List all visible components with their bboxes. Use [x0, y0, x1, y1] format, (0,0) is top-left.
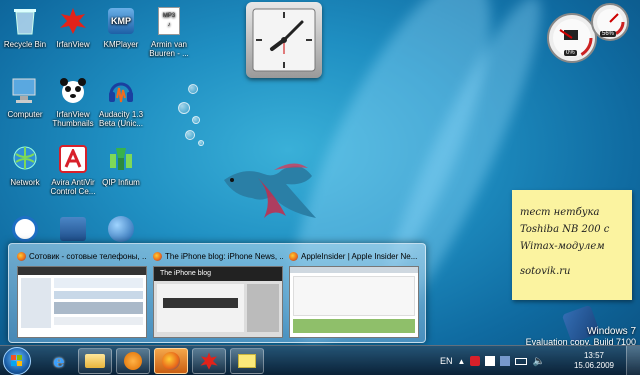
internet-explorer-icon: e	[53, 350, 65, 372]
folder-icon	[85, 354, 105, 368]
start-button[interactable]	[3, 347, 31, 375]
avira-icon	[56, 142, 90, 176]
taskbar-clock[interactable]: 13:57 15.06.2009	[574, 351, 614, 371]
iphone-blog-banner: The iPhone blog	[154, 267, 282, 281]
watermark-product: Windows 7	[587, 326, 636, 337]
note-line: Toshiba NB 200 с	[520, 224, 610, 235]
thumbnail-title: AppleInsider | Apple Insider Ne...	[301, 251, 418, 261]
desktop-icon-audacity[interactable]: Audacity 1.3 Beta (Unic...	[92, 74, 150, 128]
app-icon	[8, 212, 42, 246]
qip-icon	[104, 142, 138, 176]
show-desktop-button[interactable]	[626, 346, 640, 375]
taskbar-firefox[interactable]	[154, 348, 188, 374]
bubble	[185, 130, 195, 140]
desktop-icon-label: Audacity 1.3 Beta (Unic...	[98, 110, 144, 128]
volume-tray-icon[interactable]: 🔈	[532, 356, 544, 367]
thumbnail-preview: The iPhone blog	[153, 266, 283, 338]
avira-tray-icon[interactable]	[470, 356, 481, 366]
taskbar-windows-explorer[interactable]	[78, 348, 112, 374]
taskbar-time: 13:57	[583, 351, 604, 360]
taskbar-thumbnail-preview: Сотовик - сотовые телефоны, ... The iPho…	[8, 243, 426, 343]
firefox-icon	[162, 352, 180, 370]
firefox-icon	[17, 251, 26, 261]
thumbnail-window-iphone-blog[interactable]: The iPhone blog: iPhone News, ... The iP…	[153, 250, 283, 338]
note-footer: sotovik.ru	[520, 266, 571, 277]
cpu-meter-gadget[interactable]	[542, 2, 638, 64]
thumbnail-title-bar: The iPhone blog: iPhone News, ...	[153, 250, 283, 262]
taskbar-irfanview[interactable]	[192, 348, 226, 374]
taskbar-media-player[interactable]	[116, 348, 150, 374]
bubble	[178, 102, 190, 114]
thumbnail-preview	[289, 266, 419, 338]
taskbar: e EN ▲ 🔈 13:57 15.06.2009	[0, 345, 640, 375]
note-line: тест нетбука	[520, 207, 600, 218]
irfanview-thumbnails-icon	[56, 74, 90, 108]
firefox-icon	[153, 251, 162, 261]
thumbnail-window-appleinsider[interactable]: AppleInsider | Apple Insider Ne...	[289, 250, 419, 338]
windows-flag-icon	[11, 355, 22, 366]
globe-icon	[104, 212, 138, 246]
desktop-icon-qip[interactable]: QIP Infium	[92, 142, 150, 187]
kmplayer-icon: KMP	[104, 4, 138, 38]
taskbar-sticky-notes[interactable]	[230, 348, 264, 374]
thumbnail-title: Сотовик - сотовые телефоны, ...	[29, 251, 147, 261]
firefox-icon	[289, 251, 298, 261]
flag-tray-icon[interactable]	[485, 356, 496, 366]
thumbnail-title-bar: Сотовик - сотовые телефоны, ...	[17, 250, 147, 262]
battery-tray-icon[interactable]	[515, 357, 528, 365]
tray-expand-icon[interactable]: ▲	[458, 357, 466, 366]
irfanview-icon	[200, 352, 218, 370]
network-icon	[8, 142, 42, 176]
taskbar-internet-explorer[interactable]: e	[42, 348, 76, 374]
bubble	[188, 84, 198, 94]
clock-gadget[interactable]	[246, 2, 322, 78]
system-tray: EN ▲ 🔈	[440, 346, 545, 375]
thumbnail-title: The iPhone blog: iPhone News, ...	[165, 251, 283, 261]
bubble	[198, 140, 204, 146]
desktop-icon-label: QIP Infium	[102, 178, 140, 187]
desktop-icon-label: Armin van Buuren - ...	[149, 40, 189, 58]
sticky-note-gadget[interactable]: тест нетбука Toshiba NB 200 с Wimax-моду…	[512, 190, 632, 300]
ram-meter-value: 56%	[600, 31, 617, 37]
irfanview-icon	[56, 4, 90, 38]
analog-clock-face	[252, 8, 316, 72]
network-tray-icon[interactable]	[500, 356, 511, 366]
bubble	[192, 116, 200, 124]
mp3-file-icon: MP3 ♪	[152, 4, 186, 38]
language-indicator[interactable]: EN	[440, 356, 453, 366]
desktop-icon-mp3[interactable]: MP3 ♪ Armin van Buuren - ...	[140, 4, 198, 58]
sticky-notes-icon	[238, 354, 256, 368]
note-line: Wimax-модулем	[520, 241, 605, 252]
thumbnail-title-bar: AppleInsider | Apple Insider Ne...	[289, 250, 419, 262]
computer-icon	[8, 74, 42, 108]
betta-fish-wallpaper	[224, 163, 316, 218]
media-player-icon	[124, 352, 142, 370]
recycle-bin-icon	[8, 4, 42, 38]
thumbnail-preview	[17, 266, 147, 338]
cpu-meter-value: 0%	[564, 50, 577, 56]
audacity-icon	[104, 74, 138, 108]
thumbnail-window-sotovik[interactable]: Сотовик - сотовые телефоны, ...	[17, 250, 147, 338]
taskbar-date: 15.06.2009	[573, 361, 614, 370]
app-icon	[56, 212, 90, 246]
